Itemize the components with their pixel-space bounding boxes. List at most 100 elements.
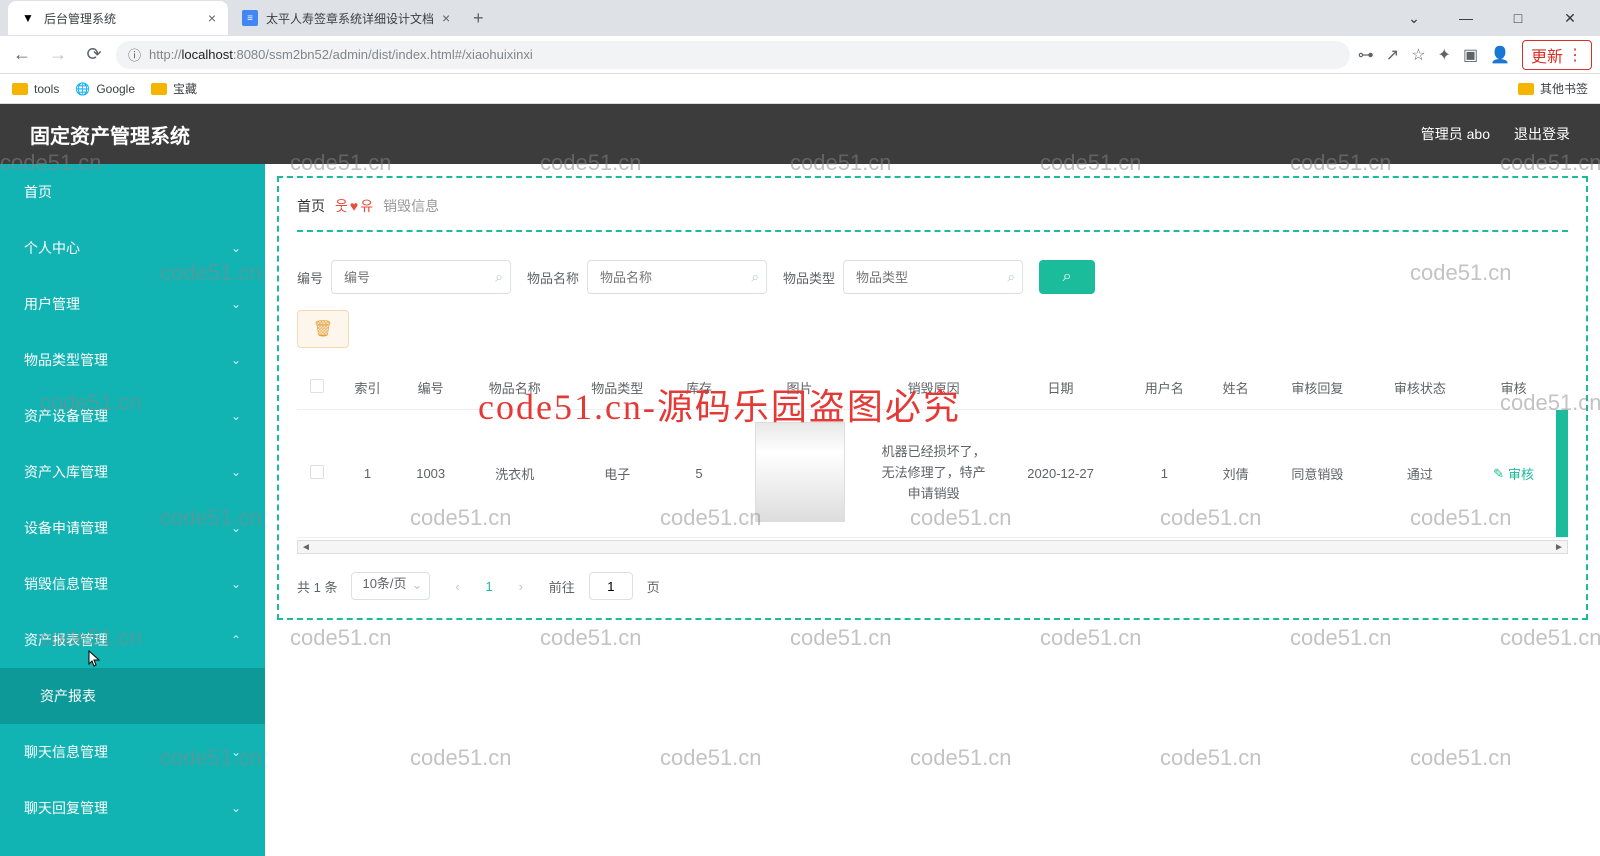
row-checkbox[interactable] [310, 465, 324, 479]
close-icon[interactable]: × [208, 10, 216, 26]
sidebar-item-reply[interactable]: 聊天回复管理⌄ [0, 780, 265, 836]
search-icon: ⌕ [751, 269, 759, 286]
key-icon[interactable]: ⊶ [1358, 45, 1374, 65]
breadcrumb-current: 销毁信息 [383, 196, 439, 216]
chevron-up-icon: ⌃ [231, 633, 241, 647]
col-stock: 库存 [669, 366, 730, 410]
search-button[interactable]: ⌕ [1039, 260, 1095, 294]
col-index: 索引 [337, 366, 398, 410]
profile-icon[interactable]: 👤 [1490, 45, 1510, 65]
forward-button[interactable]: → [44, 41, 72, 69]
sidebar-item-users[interactable]: 用户管理⌄ [0, 276, 265, 332]
url-input[interactable]: ⓘ http://localhost:8080/ssm2bn52/admin/d… [116, 41, 1350, 69]
chevron-down-icon: ⌄ [231, 745, 241, 759]
sidebar: 首页 个人中心⌄ 用户管理⌄ 物品类型管理⌄ 资产设备管理⌄ 资产入库管理⌄ 设… [0, 164, 265, 856]
col-realname: 姓名 [1205, 366, 1266, 410]
folder-icon [151, 83, 167, 95]
col-status: 审核状态 [1369, 366, 1472, 410]
browser-tab[interactable]: ≡ 太平人寿签章系统详细设计文档 × [230, 1, 462, 35]
sidebar-item-types[interactable]: 物品类型管理⌄ [0, 332, 265, 388]
breadcrumb: 首页 웃♥유 销毁信息 [297, 190, 1568, 232]
sidebar-item-chat[interactable]: 聊天信息管理⌄ [0, 724, 265, 780]
col-type: 物品类型 [566, 366, 669, 410]
search-icon: ⌕ [1063, 268, 1072, 286]
horizontal-scrollbar[interactable]: ◄ ► [297, 540, 1568, 554]
sidebar-item-report[interactable]: 资产报表管理⌃ [0, 612, 265, 668]
goto-suffix: 页 [647, 577, 660, 596]
new-tab-button[interactable]: + [464, 4, 492, 32]
tab-title: 太平人寿签章系统详细设计文档 [266, 10, 434, 27]
col-code: 编号 [398, 366, 464, 410]
next-page-button[interactable]: › [507, 572, 535, 600]
search-icon: ⌕ [495, 269, 503, 286]
audit-button[interactable]: ✎ 审核 [1493, 464, 1534, 483]
search-input-type[interactable] [843, 260, 1023, 294]
scroll-right-icon[interactable]: ► [1551, 541, 1567, 553]
caret-down-icon[interactable]: ⌄ [1392, 3, 1436, 33]
back-button[interactable]: ← [8, 41, 36, 69]
close-window-button[interactable]: ✕ [1548, 3, 1592, 33]
bookmark-item[interactable]: 🌐Google [75, 82, 135, 96]
minimize-button[interactable]: — [1444, 3, 1488, 33]
pagination: 共 1 条 10条/页 ⌄ ‹ 1 › 前往 页 [297, 554, 1568, 606]
tab-favicon: ▼ [20, 10, 36, 26]
sidebar-item-apply[interactable]: 设备申请管理⌄ [0, 500, 265, 556]
bookmark-item[interactable]: tools [12, 82, 59, 96]
other-bookmarks[interactable]: 其他书签 [1518, 80, 1588, 97]
app-title: 固定资产管理系统 [30, 120, 190, 149]
browser-tab-active[interactable]: ▼ 后台管理系统 × [8, 1, 228, 35]
sidebar-subitem-report[interactable]: 资产报表 [0, 668, 265, 724]
page-number[interactable]: 1 [486, 579, 493, 594]
checkbox-all[interactable] [310, 379, 324, 393]
edit-icon: ✎ [1493, 466, 1504, 482]
update-button[interactable]: 更新 ⋮ [1522, 40, 1592, 70]
search-label: 编号 [297, 268, 323, 287]
app-body: 首页 个人中心⌄ 用户管理⌄ 物品类型管理⌄ 资产设备管理⌄ 资产入库管理⌄ 设… [0, 164, 1600, 856]
search-row: 编号 ⌕ 物品名称 ⌕ 物品类型 [297, 232, 1568, 306]
search-input-code[interactable] [331, 260, 511, 294]
table-wrapper: 索引 编号 物品名称 物品类型 库存 图片 销毁原因 日期 用户名 姓名 审核回… [297, 366, 1568, 554]
globe-icon: 🌐 [75, 82, 90, 96]
breadcrumb-home[interactable]: 首页 [297, 196, 325, 216]
prev-page-button[interactable]: ‹ [444, 572, 472, 600]
trash-icon: 🗑 [313, 319, 333, 339]
col-audit: 审核 [1471, 366, 1556, 410]
page-total: 共 1 条 [297, 577, 337, 596]
table-header-row: 索引 编号 物品名称 物品类型 库存 图片 销毁原因 日期 用户名 姓名 审核回… [297, 366, 1568, 410]
scroll-left-icon[interactable]: ◄ [298, 541, 314, 553]
row-handle[interactable] [1556, 410, 1568, 538]
delete-button[interactable]: 🗑 [297, 310, 349, 348]
bookmark-item[interactable]: 宝藏 [151, 80, 197, 97]
reload-button[interactable]: ⟳ [80, 41, 108, 69]
sidebar-item-personal[interactable]: 个人中心⌄ [0, 220, 265, 276]
chevron-down-icon: ⌄ [231, 801, 241, 815]
sidebar-item-destroy[interactable]: 销毁信息管理⌄ [0, 556, 265, 612]
page-size-select[interactable]: 10条/页 ⌄ [351, 572, 429, 600]
chevron-down-icon: ⌄ [231, 297, 241, 311]
search-icon: ⌕ [1007, 269, 1015, 286]
app-header: 固定资产管理系统 管理员 abo 退出登录 [0, 104, 1600, 164]
sidebar-item-inbound[interactable]: 资产入库管理⌄ [0, 444, 265, 500]
search-input-name[interactable] [587, 260, 767, 294]
main-content: 首页 웃♥유 销毁信息 编号 ⌕ 物品名称 ⌕ [265, 164, 1600, 856]
cell-username: 1 [1123, 410, 1205, 538]
close-icon[interactable]: × [442, 10, 450, 26]
star-icon[interactable]: ☆ [1411, 45, 1425, 65]
bookmark-bar: tools 🌐Google 宝藏 其他书签 [0, 74, 1600, 104]
sidebar-item-home[interactable]: 首页 [0, 164, 265, 220]
chevron-down-icon: ⌄ [231, 465, 241, 479]
maximize-button[interactable]: □ [1496, 3, 1540, 33]
share-icon[interactable]: ↗ [1386, 45, 1399, 65]
logout-link[interactable]: 退出登录 [1514, 124, 1570, 144]
tab-favicon: ≡ [242, 10, 258, 26]
goto-input[interactable] [589, 572, 633, 600]
header-right: 管理员 abo 退出登录 [1421, 124, 1570, 144]
chevron-down-icon: ⌄ [412, 577, 423, 593]
cell-audit: ✎ 审核 [1471, 410, 1556, 538]
extension-icon[interactable]: ✦ [1438, 45, 1451, 65]
col-handle [1556, 366, 1568, 410]
content-box: 首页 웃♥유 销毁信息 编号 ⌕ 物品名称 ⌕ [277, 176, 1588, 620]
current-user[interactable]: 管理员 abo [1421, 124, 1490, 144]
sidebar-item-assets[interactable]: 资产设备管理⌄ [0, 388, 265, 444]
reader-icon[interactable]: ▣ [1463, 45, 1478, 65]
